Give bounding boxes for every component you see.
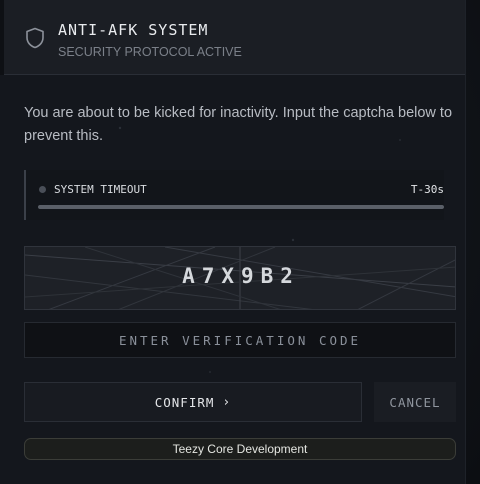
cancel-button[interactable]: CANCEL bbox=[374, 382, 456, 422]
timeout-progress-bar bbox=[38, 205, 444, 209]
timeout-progress-fill bbox=[38, 205, 444, 209]
timeout-value: T-30s bbox=[410, 183, 444, 196]
captcha-image: A7X9B2 bbox=[24, 246, 456, 310]
confirm-button[interactable]: CONFIRM › bbox=[24, 382, 362, 422]
chevron-right-icon: › bbox=[222, 394, 232, 410]
system-timeout-panel: SYSTEM TIMEOUT T-30s bbox=[24, 170, 444, 220]
cancel-label: CANCEL bbox=[389, 394, 441, 410]
verification-code-input[interactable] bbox=[24, 322, 456, 358]
timeout-label: SYSTEM TIMEOUT bbox=[54, 183, 147, 196]
confirm-label: CONFIRM bbox=[154, 394, 215, 410]
header-accent bbox=[0, 0, 4, 75]
captcha-code: A7X9B2 bbox=[182, 264, 300, 288]
shield-icon bbox=[26, 27, 44, 49]
dialog-title: ANTI-AFK SYSTEM bbox=[58, 21, 209, 39]
inactivity-message: You are about to be kicked for inactivit… bbox=[24, 105, 453, 144]
status-dot bbox=[39, 186, 46, 193]
anti-afk-dialog: ANTI-AFK SYSTEM SECURITY PROTOCOL ACTIVE… bbox=[0, 0, 466, 484]
dialog-header: ANTI-AFK SYSTEM SECURITY PROTOCOL ACTIVE bbox=[0, 0, 465, 75]
footer-credit: Teezy Core Development bbox=[24, 438, 456, 460]
dialog-subtitle: SECURITY PROTOCOL ACTIVE bbox=[58, 45, 242, 59]
